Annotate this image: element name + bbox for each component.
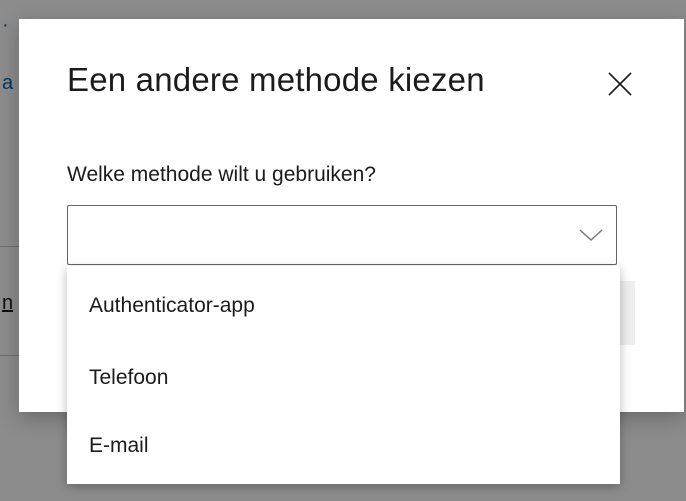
method-field-label: Welke methode wilt u gebruiken? <box>67 163 376 186</box>
chevron-down-icon <box>579 229 603 242</box>
method-select[interactable] <box>67 205 617 265</box>
close-icon <box>608 72 632 96</box>
option-e-mail[interactable]: E-mail <box>67 410 620 480</box>
close-button[interactable] <box>605 69 635 99</box>
option-label: E-mail <box>89 434 149 457</box>
option-label: Telefoon <box>89 366 169 389</box>
method-dropdown-list: Authenticator-app Telefoon E-mail <box>67 266 620 484</box>
dialog-title: Een andere methode kiezen <box>67 61 485 98</box>
option-authenticator-app[interactable]: Authenticator-app <box>67 270 620 340</box>
option-label: Authenticator-app <box>89 294 255 317</box>
option-telefoon[interactable]: Telefoon <box>67 342 620 412</box>
